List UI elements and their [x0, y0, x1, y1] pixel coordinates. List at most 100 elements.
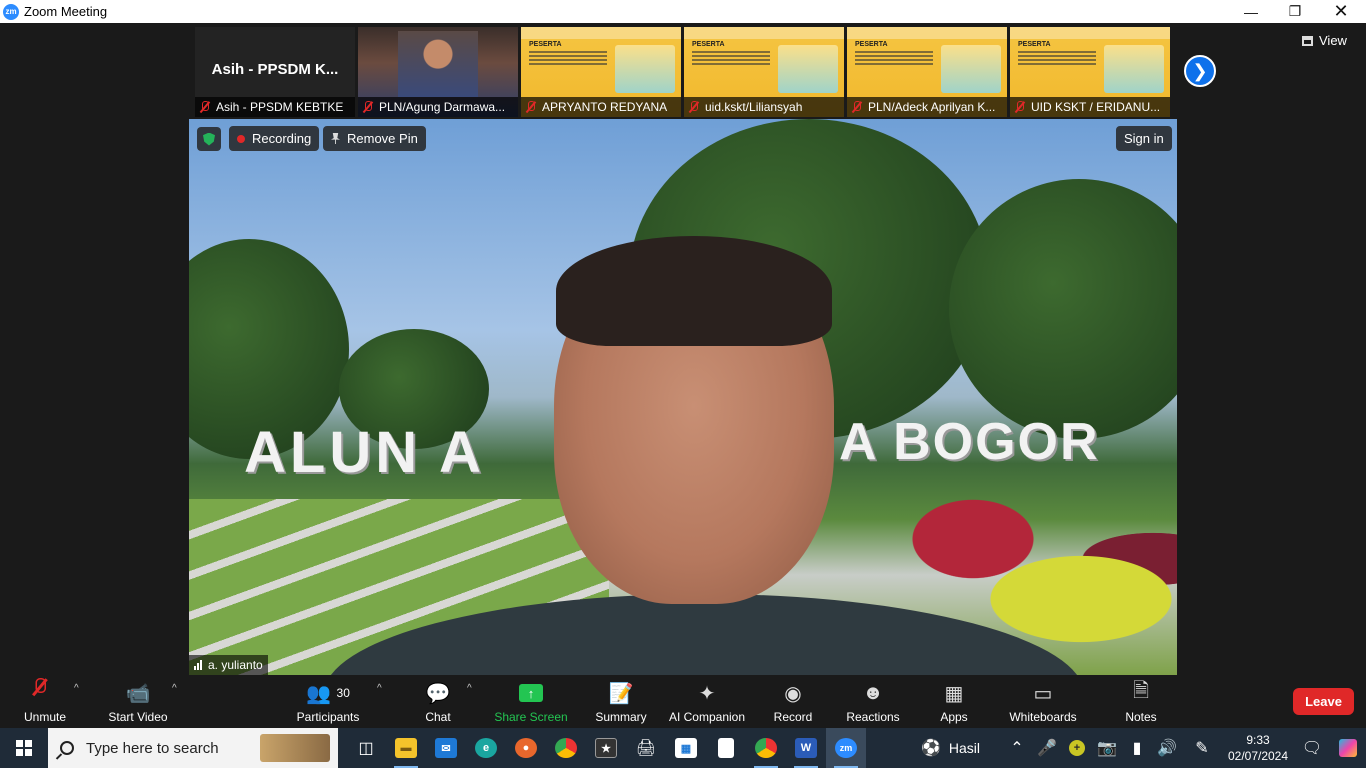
show-hidden-icons-chevron-icon[interactable]: ⌃	[1002, 728, 1032, 768]
mic-muted-icon	[525, 101, 537, 113]
recording-indicator[interactable]: Recording	[229, 126, 320, 151]
pen-icon[interactable]: ✎	[1182, 728, 1222, 768]
slide-title: PESERTA	[1018, 41, 1051, 48]
leave-button[interactable]: Leave	[1293, 688, 1354, 715]
notes-button[interactable]: 🗎 Notes	[1124, 679, 1158, 724]
participant-thumbnail[interactable]: PESERTA APRYANTO REDYANA	[521, 27, 681, 117]
whiteboards-label: Whiteboards	[1009, 710, 1077, 724]
share-screen-label: Share Screen	[494, 710, 568, 724]
minimize-button[interactable]: —	[1228, 0, 1274, 23]
thumbnail-name-bar: Asih - PPSDM KEBTKE	[195, 97, 355, 117]
summary-label: Summary	[595, 710, 647, 724]
reactions-button[interactable]: ☻ Reactions	[846, 679, 900, 725]
slide-illustration	[778, 45, 838, 93]
task-view-icon[interactable]: ◫	[346, 728, 386, 768]
participant-thumbnail[interactable]: PLN/Agung Darmawa...	[358, 27, 518, 117]
weather-widget[interactable]: ⚽ Hasil	[921, 738, 980, 758]
share-screen-button[interactable]: ↑ Share Screen	[494, 679, 568, 724]
copilot-icon[interactable]	[1330, 728, 1366, 768]
background-sign-left: ALUN A	[244, 420, 485, 485]
mic-muted-icon	[851, 101, 863, 113]
whiteboards-button[interactable]: ▭ Whiteboards	[1008, 679, 1078, 725]
participant-thumbnail[interactable]: PESERTA UID KSKT / ERIDANU...	[1010, 27, 1170, 117]
microphone-icon[interactable]: 🎤	[1032, 728, 1062, 768]
apps-icon: ▦	[944, 682, 964, 705]
chat-options-chevron-icon[interactable]: ^	[467, 683, 472, 694]
title-bar: zm Zoom Meeting — ❐ ✕	[0, 0, 1366, 23]
background-tree	[949, 179, 1177, 439]
thumbnail-label: PLN/Adeck Aprilyan K...	[868, 100, 996, 114]
record-button[interactable]: ◉ Record	[773, 679, 813, 725]
printer-icon[interactable]: 🖨	[626, 728, 666, 768]
tray-app-icon[interactable]: +	[1062, 728, 1092, 768]
ai-companion-button[interactable]: ✦ AI Companion	[668, 679, 746, 725]
participants-button[interactable]: 👥 30 Participants	[296, 679, 360, 725]
thumbnail-label: PLN/Agung Darmawa...	[379, 100, 506, 114]
summary-button[interactable]: 📝 Summary	[594, 679, 648, 725]
whiteboard-icon: ▭	[1033, 682, 1053, 705]
thumbnail-name-bar: uid.kskt/Liliansyah	[684, 97, 844, 117]
store-icon[interactable]: ▦	[666, 728, 706, 768]
file-explorer-icon[interactable]: ▬	[386, 728, 426, 768]
recording-label: Recording	[252, 131, 312, 146]
sign-in-label: Sign in	[1124, 131, 1164, 146]
participant-thumbnail[interactable]: PESERTA uid.kskt/Liliansyah	[684, 27, 844, 117]
remove-pin-button[interactable]: Remove Pin	[323, 126, 426, 151]
firefox-icon[interactable]: ●	[506, 728, 546, 768]
apps-label: Apps	[940, 710, 968, 724]
weather-label: Hasil	[948, 740, 980, 756]
search-icon	[60, 741, 74, 755]
share-screen-icon: ↑	[519, 684, 543, 702]
edge-browser-icon[interactable]: e	[466, 728, 506, 768]
chat-label: Chat	[425, 710, 451, 724]
slide-text-lines	[692, 51, 770, 67]
signal-strength-icon	[194, 660, 202, 670]
chrome-icon[interactable]	[546, 728, 586, 768]
windows-taskbar: Type here to search ◫ ▬ ✉ e ● ★ 🖨 ▦ W zm…	[0, 728, 1366, 768]
chrome-profile-icon[interactable]	[746, 728, 786, 768]
thumbnail-label: UID KSKT / ERIDANU...	[1031, 100, 1161, 114]
chat-button[interactable]: 💬 Chat	[424, 679, 452, 725]
chat-icon: 💬	[425, 682, 451, 705]
mic-muted-icon	[688, 101, 700, 113]
pinned-video[interactable]: ALUN A A BOGOR Recording Remove Pin Sign…	[189, 119, 1177, 675]
participants-options-chevron-icon[interactable]: ^	[377, 683, 382, 694]
slide-title: PESERTA	[692, 41, 725, 48]
window-title: Zoom Meeting	[24, 4, 108, 19]
audio-options-chevron-icon[interactable]: ^	[74, 683, 79, 694]
windows-logo-icon	[16, 740, 32, 756]
app-star-icon[interactable]: ★	[586, 728, 626, 768]
word-icon[interactable]: W	[786, 728, 826, 768]
start-video-button[interactable]: 📹 Start Video	[106, 679, 170, 725]
encryption-shield-icon[interactable]	[197, 127, 221, 151]
notifications-icon[interactable]: 🗨	[1294, 728, 1330, 768]
participants-count: 30	[336, 686, 350, 700]
close-button[interactable]: ✕	[1318, 0, 1364, 23]
reactions-label: Reactions	[846, 710, 900, 724]
restore-button[interactable]: ❐	[1272, 0, 1318, 23]
apps-button[interactable]: ▦ Apps	[938, 679, 970, 725]
slide-illustration	[1104, 45, 1164, 93]
next-page-button[interactable]: ❯	[1184, 55, 1216, 87]
participant-thumbnail[interactable]: PESERTA PLN/Adeck Aprilyan K...	[847, 27, 1007, 117]
mail-icon[interactable]: ✉	[426, 728, 466, 768]
unmute-label: Unmute	[23, 710, 67, 724]
volume-icon[interactable]: 🔊	[1152, 728, 1182, 768]
sign-in-button[interactable]: Sign in	[1116, 126, 1172, 151]
view-button[interactable]: View	[1302, 33, 1347, 48]
video-options-chevron-icon[interactable]: ^	[172, 683, 177, 694]
taskbar-search-box[interactable]: Type here to search	[48, 728, 338, 768]
document-icon[interactable]	[706, 728, 746, 768]
clock-date: 02/07/2024	[1227, 749, 1289, 763]
clock-time: 9:33	[1246, 733, 1270, 747]
search-placeholder: Type here to search	[86, 739, 219, 757]
start-button[interactable]	[0, 728, 48, 768]
participant-thumbnail[interactable]: Asih - PPSDM K... Asih - PPSDM KEBTKE	[195, 27, 355, 117]
taskbar-clock[interactable]: 9:33 02/07/2024	[1222, 732, 1294, 764]
start-video-label: Start Video	[108, 710, 168, 724]
zoom-taskbar-icon[interactable]: zm	[826, 728, 866, 768]
unmute-button[interactable]: Unmute	[22, 678, 68, 724]
slide-text-lines	[855, 51, 933, 67]
battery-icon[interactable]: ▮	[1122, 728, 1152, 768]
camera-icon[interactable]: 📷	[1092, 728, 1122, 768]
